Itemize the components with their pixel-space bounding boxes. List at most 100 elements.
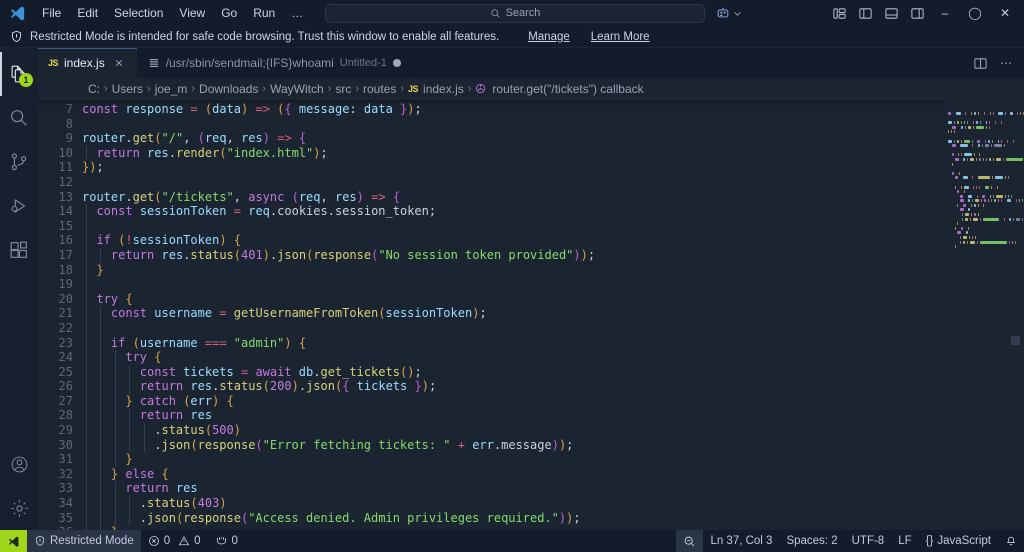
breadcrumb-item-src[interactable]: src: [335, 82, 351, 96]
js-file-icon: JS: [408, 84, 419, 94]
sidebar-item-source-control[interactable]: [0, 140, 38, 184]
status-indentation[interactable]: Spaces: 2: [779, 530, 844, 552]
line-number: 20: [58, 291, 73, 306]
toggle-secondary-sidebar-icon[interactable]: [904, 2, 930, 24]
breadcrumb-item-routes[interactable]: routes: [363, 82, 396, 96]
remote-window-button[interactable]: [716, 6, 742, 20]
status-language-mode[interactable]: {} JavaScript: [919, 530, 998, 552]
menu-edit[interactable]: Edit: [69, 3, 106, 23]
code-line[interactable]: return res: [82, 481, 944, 497]
menu-run[interactable]: Run: [245, 3, 283, 23]
breadcrumb-item-downloads[interactable]: Downloads: [199, 82, 258, 96]
code-line[interactable]: [82, 175, 944, 190]
code-line[interactable]: const sessionToken = req.cookies.session…: [82, 204, 944, 219]
code-line[interactable]: }: [82, 262, 944, 278]
code-line[interactable]: }: [82, 452, 944, 467]
status-encoding[interactable]: UTF-8: [845, 530, 892, 552]
minimap[interactable]: [944, 100, 1024, 530]
line-number: 28: [58, 408, 73, 423]
code-line[interactable]: } else {: [82, 466, 944, 482]
code-line[interactable]: [82, 277, 944, 292]
code-line[interactable]: const response = (data) => ({ message: d…: [82, 102, 944, 117]
code-line[interactable]: return res.render("index.html");: [82, 145, 944, 161]
quick-search-input[interactable]: Search: [325, 3, 705, 23]
breadcrumb-item-symbol[interactable]: router.get("/tickets") callback: [492, 82, 643, 96]
status-zoom-out[interactable]: [676, 530, 704, 552]
sidebar-item-explorer[interactable]: 1: [0, 52, 38, 96]
code-line[interactable]: } catch (err) {: [82, 393, 944, 409]
code-line[interactable]: try {: [82, 291, 944, 307]
code-line[interactable]: router.get("/", (req, res) => {: [82, 131, 944, 146]
code-editor[interactable]: 7 8 9 10 11 12 13 14 15 16 17 18 19 20 2…: [38, 100, 1024, 530]
status-notifications[interactable]: [998, 530, 1024, 552]
code-line[interactable]: return res.status(200).json({ tickets })…: [82, 379, 944, 394]
status-cursor-position[interactable]: Ln 37, Col 3: [703, 530, 779, 552]
menu-selection[interactable]: Selection: [106, 3, 171, 23]
breadcrumb-item-index-js[interactable]: index.js: [423, 82, 464, 96]
code-line[interactable]: const username = getUsernameFromToken(se…: [82, 306, 944, 321]
code-line[interactable]: return res.status(401).json(response("No…: [82, 247, 944, 263]
code-line[interactable]: if (username === "admin") {: [82, 335, 944, 351]
symbol-function-icon: [475, 83, 486, 96]
status-ports[interactable]: 0: [208, 530, 245, 552]
more-actions-icon[interactable]: ⋯: [994, 51, 1018, 75]
status-problems[interactable]: 0 0: [141, 530, 208, 552]
breadcrumb-item-users[interactable]: Users: [112, 82, 143, 96]
banner-learn-more-link[interactable]: Learn More: [591, 31, 650, 43]
line-number: 22: [58, 320, 73, 335]
code-line[interactable]: });: [82, 160, 944, 175]
code-line[interactable]: const tickets = await db.get_tickets();: [82, 364, 944, 380]
code-line[interactable]: .status(403): [82, 496, 944, 511]
toggle-primary-sidebar-icon[interactable]: [852, 2, 878, 24]
code-line[interactable]: [82, 218, 944, 234]
split-editor-icon[interactable]: [968, 51, 992, 75]
zoom-out-icon: [683, 535, 696, 548]
banner-manage-link[interactable]: Manage: [528, 31, 570, 43]
code-content[interactable]: const response = (data) => ({ message: d…: [82, 100, 944, 530]
code-line[interactable]: .json(response("Error fetching tickets: …: [82, 437, 944, 453]
breadcrumb-item-joe-m[interactable]: joe_m: [155, 82, 188, 96]
ports-icon: [215, 535, 228, 547]
remote-indicator-button[interactable]: [0, 530, 27, 552]
breadcrumb-item-drive[interactable]: C:: [88, 82, 100, 96]
menu-file[interactable]: File: [34, 3, 69, 23]
code-line[interactable]: .status(500): [82, 423, 944, 438]
tab-untitled-1[interactable]: /usr/sbin/sendmail;{IFS}whoami Untitled-…: [137, 48, 412, 78]
code-line[interactable]: if (!sessionToken) {: [82, 233, 944, 248]
toggle-panel-layout-icon[interactable]: [826, 2, 852, 24]
window-maximize-button[interactable]: ◯: [960, 1, 990, 25]
window-minimize-button[interactable]: –: [930, 1, 960, 25]
code-line[interactable]: [82, 320, 944, 336]
shield-icon: [34, 535, 46, 547]
menu-view[interactable]: View: [171, 3, 213, 23]
code-line[interactable]: try {: [82, 350, 944, 365]
tab-index-js[interactable]: JS index.js: [38, 48, 138, 78]
line-number: 30: [58, 437, 73, 452]
sidebar-item-search[interactable]: [0, 96, 38, 140]
line-number: 32: [58, 466, 73, 481]
code-line[interactable]: .json(response("Access denied. Admin pri…: [82, 510, 944, 526]
sidebar-item-extensions[interactable]: [0, 228, 38, 272]
menu-go[interactable]: Go: [213, 3, 245, 23]
menu-more[interactable]: …: [283, 3, 311, 23]
close-icon[interactable]: [111, 55, 127, 71]
minimap-slider[interactable]: [1011, 336, 1020, 345]
code-line[interactable]: }: [82, 525, 944, 530]
toggle-panel-icon[interactable]: [878, 2, 904, 24]
code-line[interactable]: router.get("/tickets", async (req, res) …: [82, 190, 944, 205]
search-icon: [8, 107, 30, 129]
dirty-indicator-icon[interactable]: [392, 59, 401, 67]
sidebar-item-accounts[interactable]: [0, 442, 38, 486]
status-restricted-mode[interactable]: Restricted Mode: [27, 530, 141, 552]
code-line[interactable]: return res: [82, 408, 944, 424]
code-line[interactable]: [82, 117, 944, 132]
sidebar-item-run-and-debug[interactable]: [0, 184, 38, 228]
breadcrumb-item-waywitch[interactable]: WayWitch: [270, 82, 324, 96]
status-eol[interactable]: LF: [891, 530, 918, 552]
sidebar-item-settings[interactable]: [0, 486, 38, 530]
window-close-button[interactable]: ✕: [990, 1, 1020, 25]
menu-bar: File Edit Selection View Go Run …: [34, 3, 311, 23]
remote-window-icon: [716, 6, 730, 20]
tab-description: Untitled-1: [339, 57, 387, 69]
braces-icon: {}: [925, 535, 934, 547]
